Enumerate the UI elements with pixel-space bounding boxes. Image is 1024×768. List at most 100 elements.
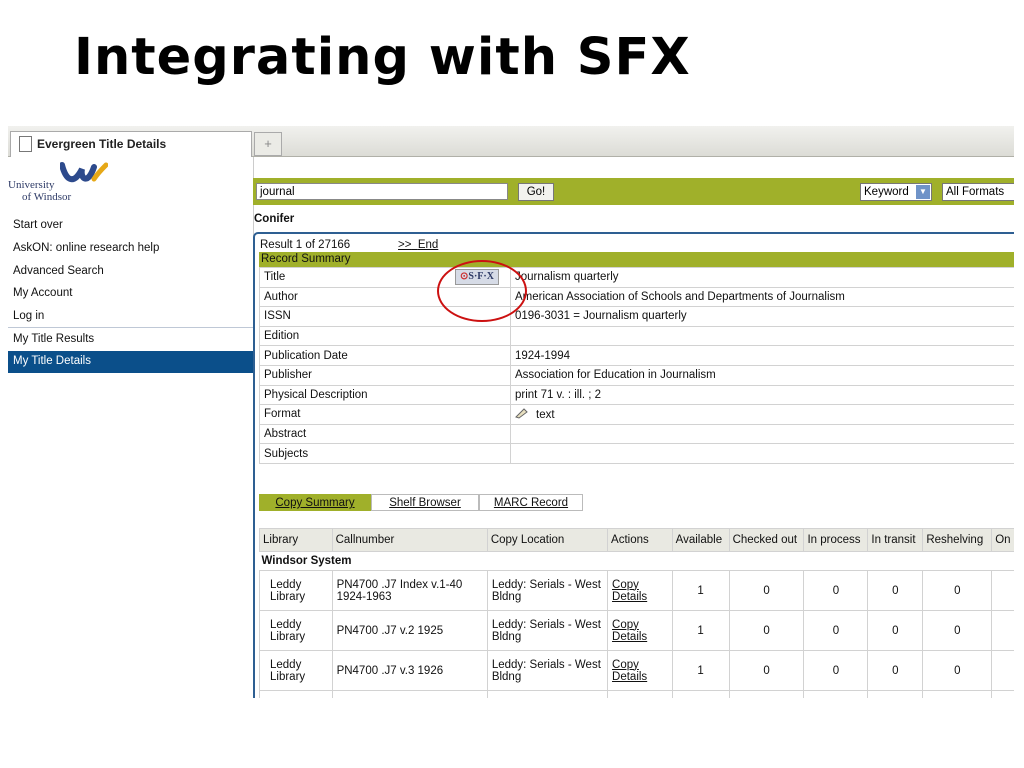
windsor-logo-icon [60, 162, 108, 182]
available-cell: 1 [671, 650, 730, 691]
sidebar-item-log-in[interactable]: Log in [13, 310, 44, 322]
library-cell: Leddy Library [259, 610, 333, 651]
tab-marc-record[interactable]: MARC Record [479, 494, 583, 511]
location-cell: Leddy: Serials - West Bldng [486, 610, 609, 651]
sidebar: University of Windsor Start over AskON: … [8, 157, 254, 698]
field-label: Subjects [259, 443, 511, 464]
logo-text-line1: University [8, 179, 55, 191]
browser-tab-label: Evergreen Title Details [37, 137, 167, 151]
field-value: 1924-1994 [510, 345, 1014, 366]
record-row-title: Title Journalism quarterly [259, 267, 1014, 288]
format-select[interactable]: All Formats [942, 183, 1014, 201]
library-cell: Leddy Library [259, 650, 333, 691]
chevron-down-icon: ▼ [916, 185, 930, 199]
sidebar-item-askon[interactable]: AskON: online research help [13, 242, 159, 254]
search-input[interactable]: journal [256, 183, 508, 200]
callnumber-cell: PN4700 .J7 Index v.1-40 1924-1963 [331, 570, 488, 611]
copy-details-link[interactable]: Copy Details [607, 570, 673, 611]
column-header: Checked out [728, 528, 805, 552]
column-header: In transit [867, 528, 924, 552]
callnumber-cell: PN4700 .J7 v.3 1926 [331, 650, 488, 691]
location-cell: Leddy: Serials - West Bldng [486, 570, 609, 611]
record-row-format: Format text [259, 404, 1014, 425]
in-transit-cell: 0 [867, 610, 924, 651]
record-row-abstract: Abstract [259, 423, 1014, 445]
record-row-physical-description: Physical Description print 71 v. : ill. ;… [259, 384, 1014, 406]
column-header: On [991, 528, 1014, 552]
copy-details-link[interactable]: Copy Details [607, 650, 673, 691]
sidebar-item-my-account[interactable]: My Account [13, 287, 72, 299]
record-row-publisher: Publisher Association for Education in Jo… [259, 364, 1014, 386]
field-value [510, 443, 1014, 464]
checked-out-cell: 0 [728, 650, 805, 691]
on-cell [991, 610, 1014, 651]
location-cell: Leddy: Serials - West Bldng [486, 650, 609, 691]
record-panel: Result 1 of 27166 >> End Record Summary … [253, 232, 1014, 698]
system-row: Windsor System [260, 552, 1015, 571]
field-value: print 71 v. : ill. ; 2 [510, 384, 1014, 406]
browser-tab-bar: Evergreen Title Details + [8, 126, 1014, 157]
record-row-publication-date: Publication Date 1924-1994 [259, 345, 1014, 366]
field-label: Physical Description [259, 384, 511, 406]
next-result-link[interactable]: >> [398, 239, 411, 251]
result-position: Result 1 of 27166 [260, 239, 351, 251]
sidebar-item-label: My Title Details [13, 355, 91, 367]
field-label: Edition [259, 325, 511, 347]
end-result-link[interactable]: End [418, 239, 438, 251]
sidebar-item-my-title-results[interactable]: My Title Results [13, 333, 94, 345]
record-row-author: Author American Association of Schools an… [259, 286, 1014, 308]
copy-details-link[interactable]: Copy Details [607, 610, 673, 651]
field-value [510, 423, 1014, 445]
university-logo[interactable]: University of Windsor [8, 161, 118, 205]
column-header: Available [671, 528, 730, 552]
search-bar: journal Go! Keyword ▼ All Formats [253, 178, 1014, 205]
field-value [510, 325, 1014, 347]
sidebar-item-start-over[interactable]: Start over [13, 219, 63, 231]
copy-table: Library Callnumber Copy Location Actions… [259, 528, 1014, 698]
format-value: All Formats [946, 186, 1005, 198]
checked-out-cell: 0 [728, 610, 805, 651]
field-label: Publication Date [259, 345, 511, 366]
field-label: Publisher [259, 364, 511, 386]
go-button[interactable]: Go! [518, 183, 554, 201]
available-cell: 1 [671, 610, 730, 651]
tab-copy-summary[interactable]: Copy Summary [259, 494, 371, 511]
result-navigation: Result 1 of 27166 >> End [260, 239, 438, 251]
field-value: text [536, 408, 555, 421]
field-value: American Association of Schools and Depa… [510, 286, 1014, 308]
field-value: Association for Education in Journalism [510, 364, 1014, 386]
field-value: 0196-3031 = Journalism quarterly [510, 306, 1014, 327]
table-row [259, 690, 1014, 698]
browser-tab[interactable]: Evergreen Title Details [10, 131, 252, 157]
search-type-value: Keyword [864, 186, 909, 198]
sidebar-item-advanced-search[interactable]: Advanced Search [13, 265, 104, 277]
search-type-select[interactable]: Keyword ▼ [860, 183, 932, 201]
sidebar-item-my-title-details[interactable]: My Title Details [8, 351, 253, 373]
record-row-subjects: Subjects [259, 443, 1014, 464]
in-transit-cell: 0 [867, 650, 924, 691]
browser-screenshot: Evergreen Title Details + University of … [8, 126, 1014, 698]
record-table: Title Journalism quarterly Author American… [259, 267, 1014, 464]
field-label: Format [259, 404, 511, 425]
library-cell: Leddy Library [259, 570, 333, 611]
in-process-cell: 0 [803, 650, 869, 691]
new-tab-button[interactable]: + [254, 132, 282, 156]
column-header: Callnumber [331, 528, 488, 552]
slide-title: Integrating with SFX [74, 28, 691, 87]
tab-shelf-browser[interactable]: Shelf Browser [371, 494, 479, 511]
sidebar-divider [8, 327, 253, 328]
reshelving-cell: 0 [922, 570, 993, 611]
in-transit-cell: 0 [867, 570, 924, 611]
on-cell [991, 650, 1014, 691]
available-cell: 1 [671, 570, 730, 611]
table-row: Leddy Library PN4700 .J7 v.3 1926 Leddy:… [259, 650, 1014, 691]
table-row: Leddy Library PN4700 .J7 Index v.1-40 19… [259, 570, 1014, 611]
reshelving-cell: 0 [922, 610, 993, 651]
sfx-highlight-circle [437, 260, 527, 322]
field-label: Abstract [259, 423, 511, 445]
field-value: Journalism quarterly [510, 267, 1014, 288]
record-row-issn: ISSN 0196-3031 = Journalism quarterly [259, 306, 1014, 327]
pencil-icon [515, 408, 528, 419]
column-header: Actions [607, 528, 673, 552]
record-row-edition: Edition [259, 325, 1014, 347]
